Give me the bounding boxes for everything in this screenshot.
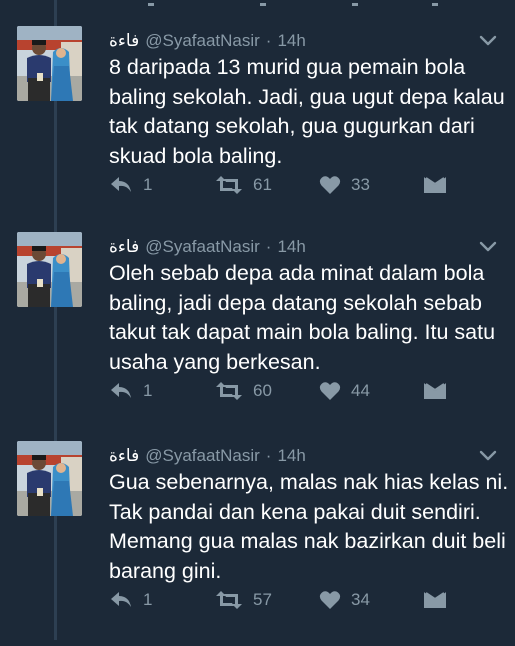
envelope-icon [424,177,446,193]
avatar[interactable] [17,441,82,516]
avatar[interactable] [17,232,82,307]
reply-count: 1 [143,590,153,609]
tweet-header: فاءة @SyafaatNasir · 14h [109,445,306,467]
tweet-actions: 1 57 34 [109,587,504,613]
like-count: 33 [351,175,370,194]
retweet-button[interactable]: 57 [215,587,272,613]
cropped-previous-tweet-actions [148,3,438,6]
retweet-icon [216,176,242,194]
heart-icon [319,176,341,194]
display-name[interactable]: فاءة [109,31,139,51]
tweet-text-line: takut tak dapat main bola baling. Itu sa… [109,320,496,344]
user-handle[interactable]: @SyafaatNasir [145,31,260,51]
avatar-photo-icon [17,441,82,516]
timestamp[interactable]: 14h [277,446,305,466]
retweet-icon [216,382,242,400]
avatar[interactable] [17,26,82,101]
chevron-down-icon[interactable] [479,34,497,48]
avatar-photo-icon [17,26,82,101]
chevron-down-icon[interactable] [479,240,497,254]
dot-separator: · [265,446,272,465]
like-button[interactable]: 33 [319,172,370,198]
like-count: 34 [351,590,370,609]
tweet-actions: 1 60 44 [109,378,504,404]
retweet-icon [216,591,242,609]
retweet-button[interactable]: 61 [215,172,272,198]
tweet-text: Gua sebenarnya, malas nak hias kelas ni.… [109,468,509,586]
user-handle[interactable]: @SyafaatNasir [145,237,260,257]
tweet-actions: 1 61 33 [109,172,504,198]
timestamp[interactable]: 14h [277,237,305,257]
chevron-down-icon[interactable] [479,449,497,463]
heart-icon [319,591,341,609]
tweet[interactable]: فاءة @SyafaatNasir · 14h Oleh sebab depa… [0,232,515,437]
tweet-text-line: baling, jadi depa datang sekolah sebab [109,290,482,315]
tweet-text-line: usaha yang berkesan. [109,349,321,374]
reply-icon [111,383,131,398]
tweet[interactable]: فاءة @SyafaatNasir · 14h 8 daripada 13 m… [0,26,515,231]
like-button[interactable]: 34 [319,587,370,613]
tweet-text-line: Memang gua malas nak bazirkan duit beli [109,529,506,553]
tweet-header: فاءة @SyafaatNasir · 14h [109,30,306,52]
tweet-text-line: barang gini. [109,558,222,583]
direct-message-button[interactable] [423,378,447,404]
tweet-text-line: Tak pandai dan kena pakai duit sendiri. [109,499,481,524]
tweet-text-line: 8 daripada 13 murid gua pemain bola [109,55,466,79]
user-handle[interactable]: @SyafaatNasir [145,446,260,466]
avatar-photo-icon [17,232,82,307]
tweet-text-line: Oleh sebab depa ada minat dalam bola [109,261,485,285]
display-name[interactable]: فاءة [109,237,139,257]
tweet-text-line: baling sekolah. Jadi, gua ugut depa kala… [109,84,505,109]
tweet-header: فاءة @SyafaatNasir · 14h [109,236,306,258]
dot-separator: · [265,31,272,50]
tweet[interactable]: فاءة @SyafaatNasir · 14h Gua sebenarnya,… [0,441,515,646]
tweet-text-line: skuad bola baling. [109,143,283,168]
retweet-count: 57 [253,590,272,609]
tweet-text: 8 daripada 13 murid gua pemain bola balin… [109,53,505,171]
heart-icon [319,382,341,400]
reply-button[interactable]: 1 [109,172,152,198]
like-button[interactable]: 44 [319,378,370,404]
envelope-icon [424,383,446,399]
like-count: 44 [351,381,370,400]
retweet-count: 61 [253,175,272,194]
envelope-icon [424,592,446,608]
reply-count: 1 [143,381,153,400]
retweet-count: 60 [253,381,272,400]
display-name[interactable]: فاءة [109,446,139,466]
reply-count: 1 [143,175,153,194]
reply-button[interactable]: 1 [109,587,152,613]
tweet-text: Oleh sebab depa ada minat dalam bola bali… [109,259,504,377]
direct-message-button[interactable] [423,587,447,613]
tweet-text-line: tak datang sekolah, gua gugurkan dari [109,114,475,138]
timestamp[interactable]: 14h [277,31,305,51]
reply-icon [111,177,131,192]
direct-message-button[interactable] [423,172,447,198]
tweet-text-line: Gua sebenarnya, malas nak hias kelas ni. [109,470,509,494]
dot-separator: · [265,237,272,256]
reply-icon [111,592,131,607]
retweet-button[interactable]: 60 [215,378,272,404]
reply-button[interactable]: 1 [109,378,152,404]
